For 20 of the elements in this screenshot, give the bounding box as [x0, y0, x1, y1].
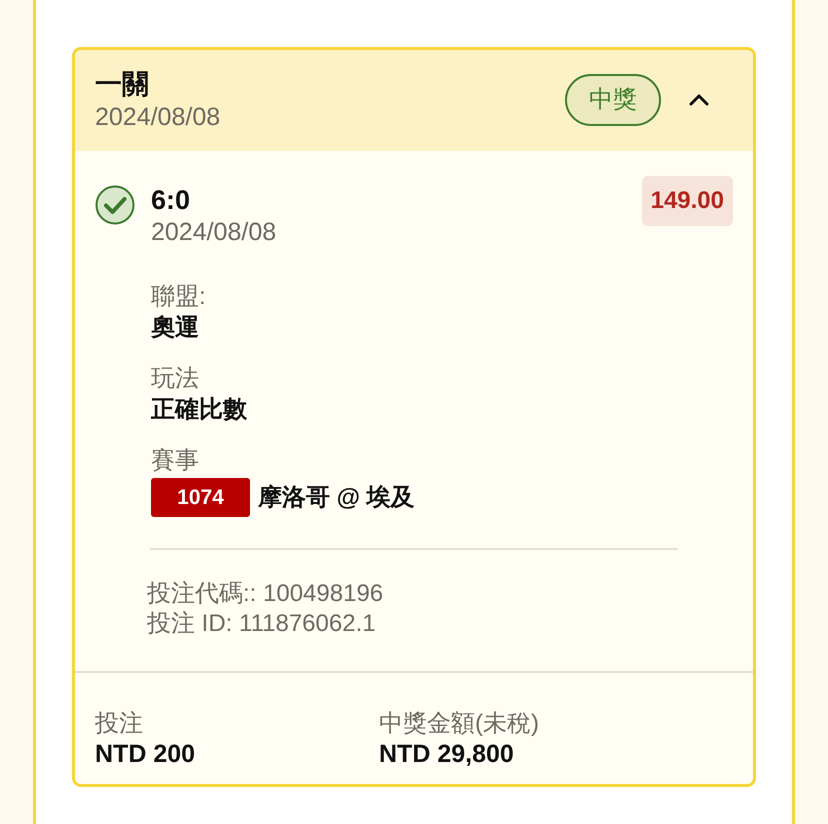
field-label: 玩法	[151, 364, 199, 394]
summary-value: NTD 200	[95, 739, 196, 769]
selection-score: 6:0	[151, 184, 190, 217]
field-label: 賽事	[151, 446, 199, 476]
summary-value: NTD 29,800	[379, 739, 514, 769]
event-code-tag: 1074	[151, 478, 250, 517]
chevron-icon	[689, 94, 709, 106]
odds-badge: 149.00	[642, 176, 733, 226]
bet-reference: 投注 ID: 111876062.1	[147, 609, 376, 639]
summary-label: 投注	[95, 709, 143, 739]
event-name: 摩洛哥 @ 埃及	[258, 482, 415, 512]
ticket-title: 一關	[95, 68, 149, 101]
field-value: 正確比數	[151, 395, 247, 425]
ticket-date: 2024/08/08	[95, 102, 220, 133]
status-badge: 中獎	[565, 74, 661, 126]
field-label: 聯盟:	[151, 282, 206, 312]
field-value: 奧運	[151, 313, 199, 343]
selection-date: 2024/08/08	[151, 217, 276, 247]
summary-label: 中獎金額(未稅)	[379, 709, 539, 739]
bet-reference: 投注代碼:: 100498196	[147, 579, 384, 609]
